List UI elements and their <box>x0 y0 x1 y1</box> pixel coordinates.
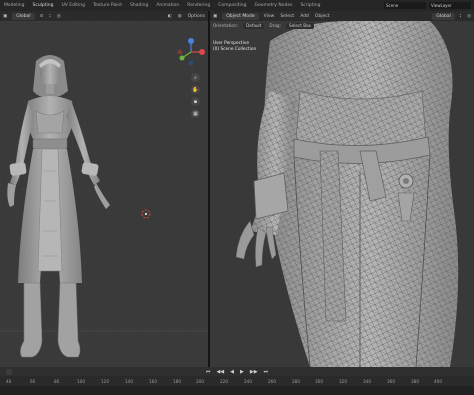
transform-orientation-dropdown[interactable]: Global <box>12 12 35 20</box>
options-dropdown[interactable]: Options <box>185 14 208 19</box>
ruler-tick: 180 <box>173 379 181 384</box>
proportional-icon[interactable]: ◎ <box>54 14 64 19</box>
editor-type-icon-right[interactable]: ▣ <box>210 14 220 19</box>
menu-view[interactable]: View <box>261 14 278 19</box>
viewport-shading-icon[interactable]: ◐ <box>165 14 175 19</box>
proportional-icon-right[interactable]: ◎ <box>464 14 474 19</box>
orientation-label: Orientation: <box>213 23 239 28</box>
right-viewport-canvas <box>235 21 459 367</box>
tab-compositing[interactable]: Compositing <box>214 3 250 8</box>
timeline-area[interactable]: ⏮ ◀◀ ◀ ▶ ▶▶ ⏭ 40 60 80 100 120 140 160 1… <box>0 367 474 395</box>
orientation-dropdown[interactable]: Default <box>243 22 265 29</box>
pan-hand-icon[interactable]: ✋ <box>191 85 200 94</box>
ruler-tick: 120 <box>101 379 109 384</box>
ruler-tick: 400 <box>434 379 442 384</box>
ruler-tick: 100 <box>77 379 85 384</box>
jump-end-button[interactable]: ⏭ <box>264 369 269 375</box>
tab-sculpting[interactable]: Sculpting <box>28 3 57 8</box>
ruler-tick: 140 <box>125 379 133 384</box>
transform-orientation-dropdown-right[interactable]: Global <box>432 12 455 20</box>
tab-texture-paint[interactable]: Texture Paint <box>89 3 126 8</box>
camera-icon[interactable]: ▪ <box>191 97 200 106</box>
ruler-tick: 360 <box>387 379 395 384</box>
right-3d-viewport[interactable]: Orientation: Default Drag: Select Box Us… <box>210 21 474 367</box>
ruler-tick: 320 <box>339 379 347 384</box>
tab-uv-editing[interactable]: UV Editing <box>58 3 89 8</box>
ortho-grid-icon[interactable]: ▦ <box>191 109 200 118</box>
tab-shading[interactable]: Shading <box>126 3 152 8</box>
ruler-tick: 40 <box>6 379 12 384</box>
drag-dropdown[interactable]: Select Box <box>285 22 315 29</box>
frame-ruler[interactable]: 40 60 80 100 120 140 160 180 200 220 240… <box>0 376 474 386</box>
ruler-tick: 220 <box>220 379 228 384</box>
left-viewport-header: ▣ Global ⊙ ⦂ ◎ ◐ ◍ Options <box>0 11 208 21</box>
play-button[interactable]: ▶ <box>240 369 244 375</box>
jump-keyframe-back-button[interactable]: ◀◀ <box>216 369 224 375</box>
editor-type-icon[interactable]: ▣ <box>0 14 10 19</box>
snap-icon-right[interactable]: ⦂ <box>457 13 464 19</box>
pivot-icon[interactable]: ⊙ <box>37 14 47 19</box>
jump-keyframe-forward-button[interactable]: ▶▶ <box>250 369 258 375</box>
right-viewport-header: ▣ Object Mode View Select Add Object Glo… <box>210 11 474 21</box>
ruler-tick: 340 <box>363 379 371 384</box>
drag-label: Drag: <box>269 23 281 28</box>
zoom-icon[interactable]: ⌕ <box>191 73 200 82</box>
play-reverse-button[interactable]: ◀ <box>230 369 234 375</box>
tab-animation[interactable]: Animation <box>152 3 183 8</box>
keyframe-track[interactable] <box>0 386 474 395</box>
overlays-icon[interactable]: ◍ <box>175 14 185 19</box>
tab-modeling[interactable]: Modeling <box>0 3 28 8</box>
wireframe-character-closeup[interactable] <box>235 21 459 367</box>
viewport-info-overlay: User Perspective (0) Scene Collection <box>213 41 256 53</box>
ruler-tick: 200 <box>196 379 204 384</box>
ruler-tick: 380 <box>411 379 419 384</box>
menu-object[interactable]: Object <box>312 14 333 19</box>
left-viewport-canvas <box>0 21 208 367</box>
menu-select[interactable]: Select <box>277 14 297 19</box>
view-layer-selector[interactable]: ViewLayer <box>429 2 471 9</box>
menu-add[interactable]: Add <box>297 14 312 19</box>
navigation-gizmo-icon[interactable] <box>176 37 206 67</box>
ruler-tick: 280 <box>292 379 300 384</box>
ruler-tick: 60 <box>30 379 36 384</box>
ruler-tick: 260 <box>268 379 276 384</box>
ruler-tick: 80 <box>54 379 60 384</box>
frame-menu-icon[interactable] <box>6 368 12 375</box>
tab-scripting[interactable]: Scripting <box>296 3 324 8</box>
tab-rendering[interactable]: Rendering <box>183 3 214 8</box>
ruler-tick: 160 <box>149 379 157 384</box>
snap-icon[interactable]: ⦂ <box>46 13 53 19</box>
ruler-tick: 240 <box>244 379 252 384</box>
scene-selector[interactable]: Scene <box>384 2 426 9</box>
left-3d-viewport[interactable]: ⌕ ✋ ▪ ▦ <box>0 21 208 367</box>
tab-geometry-nodes[interactable]: Geometry Nodes <box>250 3 296 8</box>
workspace-tabs-bar: Modeling Sculpting UV Editing Texture Pa… <box>0 0 474 11</box>
ruler-tick: 300 <box>315 379 323 384</box>
tool-settings-bar: Orientation: Default Drag: Select Box <box>210 21 474 30</box>
collection-label: (0) Scene Collection <box>213 47 257 52</box>
mode-dropdown[interactable]: Object Mode <box>222 12 259 20</box>
playback-controls: ⏮ ◀◀ ◀ ▶ ▶▶ ⏭ <box>0 367 474 376</box>
jump-start-button[interactable]: ⏮ <box>206 369 211 375</box>
